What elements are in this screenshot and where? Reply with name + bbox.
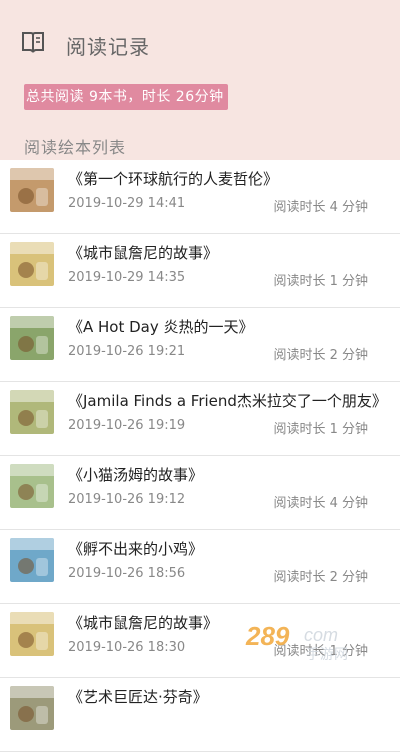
read-duration: 阅读时长 4 分钟: [273, 496, 368, 511]
read-date: 2019-10-26 18:30: [68, 640, 186, 655]
book-cover-thumbnail: [10, 464, 54, 508]
book-title: 《小猫汤姆的故事》: [68, 466, 204, 484]
list-item[interactable]: 《孵不出来的小鸡》 2019-10-26 18:56 阅读时长 2 分钟: [0, 530, 400, 604]
watermark-number: 289: [245, 621, 290, 651]
watermark-sitename: 手游网: [306, 647, 348, 661]
list-item[interactable]: 《艺术巨匠达·芬奇》: [0, 678, 400, 752]
book-cover-thumbnail: [10, 316, 54, 360]
read-date: 2019-10-26 19:12: [68, 492, 186, 507]
list-item[interactable]: 《小猫汤姆的故事》 2019-10-26 19:12 阅读时长 4 分钟: [0, 456, 400, 530]
list-section-title: 阅读绘本列表: [24, 138, 127, 157]
summary-section: 总共阅读 9本书，时长 26分钟 阅读绘本列表: [0, 70, 400, 160]
list-item[interactable]: 《第一个环球航行的人麦哲伦》 2019-10-29 14:41 阅读时长 4 分钟: [0, 160, 400, 234]
book-cover-thumbnail: [10, 168, 54, 212]
read-date: 2019-10-29 14:35: [68, 270, 186, 285]
book-title: 《城市鼠詹尼的故事》: [68, 244, 219, 262]
watermark-domain: com: [304, 625, 338, 645]
read-date: 2019-10-26 19:19: [68, 418, 186, 433]
book-cover-thumbnail: [10, 538, 54, 582]
open-book-icon[interactable]: [20, 30, 46, 54]
book-title: 《第一个环球航行的人麦哲伦》: [68, 170, 279, 188]
book-title: 《A Hot Day 炎热的一天》: [68, 318, 254, 336]
read-duration: 阅读时长 1 分钟: [273, 422, 368, 437]
book-title: 《孵不出来的小鸡》: [68, 540, 204, 558]
book-cover-thumbnail: [10, 612, 54, 656]
book-title: 《艺术巨匠达·芬奇》: [68, 688, 208, 706]
reading-summary-badge: 总共阅读 9本书，时长 26分钟: [24, 84, 228, 110]
book-title: 《Jamila Finds a Friend杰米拉交了一个朋友》: [68, 392, 387, 410]
book-title: 《城市鼠詹尼的故事》: [68, 614, 219, 632]
page-title: 阅读记录: [66, 35, 150, 59]
read-duration: 阅读时长 1 分钟: [273, 274, 368, 289]
read-date: 2019-10-26 18:56: [68, 566, 186, 581]
read-duration: 阅读时长 2 分钟: [273, 348, 368, 363]
read-date: 2019-10-29 14:41: [68, 196, 186, 211]
book-cover-thumbnail: [10, 686, 54, 730]
book-cover-thumbnail: [10, 390, 54, 434]
read-date: 2019-10-26 19:21: [68, 344, 186, 359]
book-cover-thumbnail: [10, 242, 54, 286]
reading-list: 《第一个环球航行的人麦哲伦》 2019-10-29 14:41 阅读时长 4 分钟《…: [0, 160, 400, 752]
read-duration: 阅读时长 4 分钟: [273, 200, 368, 215]
read-duration: 阅读时长 2 分钟: [273, 570, 368, 585]
list-item[interactable]: 《城市鼠詹尼的故事》 2019-10-29 14:35 阅读时长 1 分钟: [0, 234, 400, 308]
watermark-logo: 289 com 手游网: [245, 621, 348, 661]
list-item[interactable]: 《Jamila Finds a Friend杰米拉交了一个朋友》 2019-10-…: [0, 382, 400, 456]
list-item[interactable]: 《A Hot Day 炎热的一天》 2019-10-26 19:21 阅读时长 2 …: [0, 308, 400, 382]
